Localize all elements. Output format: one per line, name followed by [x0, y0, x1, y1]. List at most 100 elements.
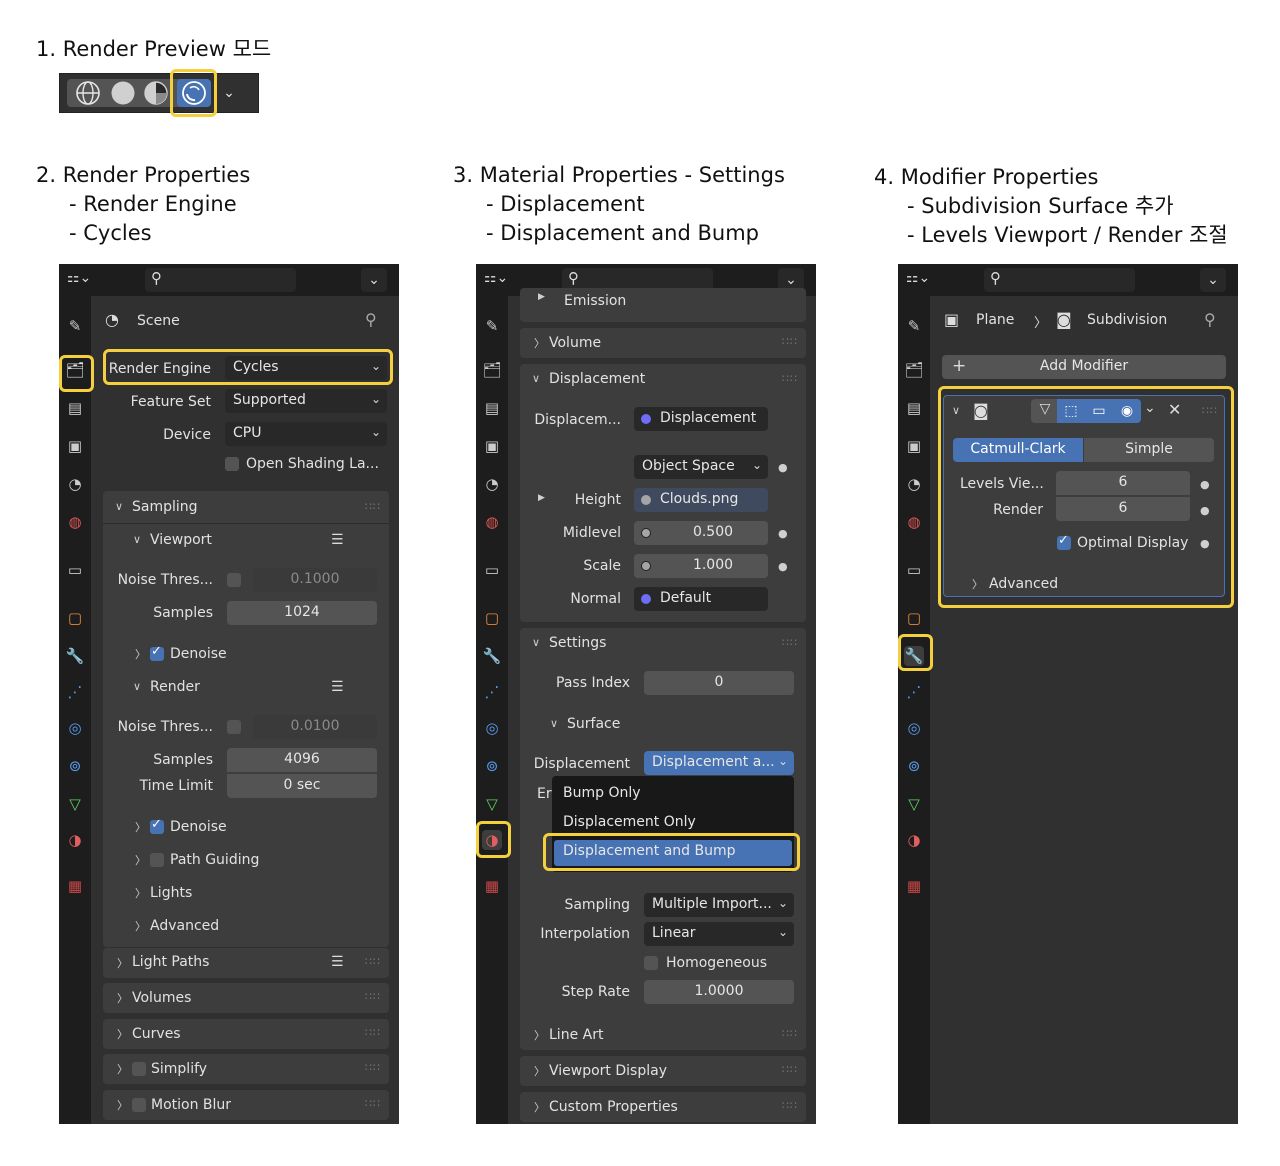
constraints-icon[interactable]: ⊚	[65, 756, 85, 776]
motion-blur-checkbox[interactable]	[132, 1098, 146, 1112]
drag-handle-icon[interactable]: ∷∷	[365, 1026, 381, 1039]
chevron-down-icon[interactable]: ∨	[532, 636, 540, 649]
r-denoise-checkbox[interactable]	[150, 817, 164, 834]
add-modifier-button[interactable]: + Add Modifier	[942, 355, 1226, 379]
texture-icon[interactable]: ▦	[482, 876, 502, 896]
object-icon[interactable]: ▢	[65, 608, 85, 628]
keyframe-dot-icon[interactable]: ●	[778, 461, 788, 474]
chevron-down-icon[interactable]: ∨	[550, 717, 558, 730]
menu-item-displacement-only[interactable]: Displacement Only	[563, 814, 696, 830]
presets-icon[interactable]: ☰	[331, 532, 344, 548]
keyframe-dot-icon[interactable]: ●	[778, 560, 788, 573]
chevron-down-icon[interactable]: ⌄	[1200, 268, 1226, 292]
chevron-right-icon[interactable]: 〉	[135, 918, 146, 934]
editor-type-icon[interactable]: ⚏⌄	[67, 270, 101, 290]
lights-subheader[interactable]: Lights	[150, 884, 192, 902]
feature-set-dropdown[interactable]: Supported ⌄	[225, 389, 387, 413]
world-icon[interactable]: ◍	[482, 512, 502, 532]
displacement-node-field[interactable]: Displacement	[634, 407, 768, 431]
collection-icon[interactable]: ▭	[482, 560, 502, 580]
sampling-header[interactable]: Sampling	[132, 498, 198, 516]
search-input[interactable]: ⚲	[984, 268, 1135, 292]
output-icon[interactable]: ▤	[65, 398, 85, 418]
view-layer-icon[interactable]: ▣	[65, 436, 85, 456]
path-guiding-label[interactable]: Path Guiding	[170, 851, 259, 869]
r-samples-field[interactable]: 4096	[227, 748, 377, 772]
physics-icon[interactable]: ◎	[65, 718, 85, 738]
world-icon[interactable]: ◍	[904, 512, 924, 532]
particles-icon[interactable]: ⋰	[65, 682, 85, 702]
output-icon[interactable]: ▤	[904, 398, 924, 418]
volumes-header[interactable]: Volumes	[132, 989, 191, 1007]
chevron-right-icon[interactable]: 〉	[534, 1063, 545, 1079]
chevron-right-icon[interactable]: 〉	[534, 335, 545, 351]
device-dropdown[interactable]: CPU ⌄	[225, 422, 387, 446]
render-subheader[interactable]: Render	[150, 678, 200, 696]
particles-icon[interactable]: ⋰	[904, 682, 924, 702]
keyframe-dot-icon[interactable]: ●	[778, 527, 788, 540]
tool-icon[interactable]: ✎	[904, 316, 924, 336]
chevron-down-icon[interactable]: ∨	[133, 533, 141, 546]
chevron-right-icon[interactable]: 〉	[117, 1061, 128, 1077]
chevron-right-icon[interactable]: 〉	[135, 819, 146, 835]
r-noise-checkbox[interactable]	[227, 720, 241, 734]
pin-icon[interactable]: ⚲	[365, 310, 377, 329]
chevron-right-icon[interactable]: 〉	[117, 955, 128, 971]
output-icon[interactable]: ▤	[482, 398, 502, 418]
modifier-icon[interactable]: 🔧	[65, 646, 85, 666]
chevron-right-icon[interactable]: 〉	[117, 1097, 128, 1113]
texture-icon[interactable]: ▦	[904, 876, 924, 896]
pass-index-field[interactable]: 0	[644, 671, 794, 695]
interpolation-dropdown[interactable]: Linear ⌄	[644, 922, 794, 946]
line-art-header[interactable]: Line Art	[549, 1026, 603, 1044]
emission-section[interactable]	[520, 288, 806, 322]
midlevel-field[interactable]: 0.500	[634, 521, 768, 545]
chevron-down-icon[interactable]: ⌄	[361, 268, 387, 292]
scene-icon[interactable]: ◔	[904, 474, 924, 494]
material-icon[interactable]: ◑	[65, 830, 85, 850]
chevron-down-icon[interactable]: ∨	[532, 372, 540, 385]
particles-icon[interactable]: ⋰	[482, 682, 502, 702]
vp-noise-field[interactable]: 0.1000	[253, 568, 377, 592]
tool-icon[interactable]: ✎	[482, 316, 502, 336]
surface-subheader[interactable]: Surface	[567, 715, 620, 733]
settings-header[interactable]: Settings	[549, 634, 606, 652]
scene-icon[interactable]: ◔	[65, 474, 85, 494]
drag-handle-icon[interactable]: ∷∷	[365, 500, 381, 513]
drag-handle-icon[interactable]: ∷∷	[365, 1097, 381, 1110]
emission-header[interactable]: Emission	[564, 292, 626, 310]
simplify-header[interactable]: Simplify	[151, 1060, 207, 1078]
object-space-dropdown[interactable]: Object Space ⌄	[634, 455, 768, 479]
vp-denoise-label[interactable]: Denoise	[170, 645, 227, 663]
pin-icon[interactable]: ⚲	[1204, 310, 1216, 329]
solid-icon[interactable]	[110, 80, 136, 106]
chevron-right-icon[interactable]: 〉	[117, 990, 128, 1006]
chevron-down-icon[interactable]: ∨	[115, 500, 123, 513]
tool-icon[interactable]: ✎	[65, 316, 85, 336]
presets-icon[interactable]: ☰	[331, 954, 344, 970]
chevron-down-icon[interactable]: ∨	[133, 680, 141, 693]
physics-icon[interactable]: ◎	[904, 718, 924, 738]
drag-handle-icon[interactable]: ∷∷	[365, 1061, 381, 1074]
r-noise-field[interactable]: 0.0100	[253, 715, 377, 739]
physics-icon[interactable]: ◎	[482, 718, 502, 738]
drag-handle-icon[interactable]: ∷∷	[782, 1027, 798, 1040]
vp-denoise-checkbox[interactable]	[150, 644, 164, 661]
constraints-icon[interactable]: ⊚	[904, 756, 924, 776]
drag-handle-icon[interactable]: ∷∷	[782, 1063, 798, 1076]
data-icon[interactable]: ▽	[65, 794, 85, 814]
texture-icon[interactable]: ▦	[65, 876, 85, 896]
chevron-right-icon[interactable]: 〉	[135, 885, 146, 901]
render-icon[interactable]: 🗂	[904, 360, 924, 380]
chevron-down-icon[interactable]: ⌄	[218, 79, 240, 107]
light-paths-header[interactable]: Light Paths	[132, 953, 209, 971]
triangle-right-icon[interactable]: ▶	[538, 292, 545, 302]
view-layer-icon[interactable]: ▣	[482, 436, 502, 456]
path-guiding-checkbox[interactable]	[150, 853, 164, 867]
drag-handle-icon[interactable]: ∷∷	[365, 990, 381, 1003]
volume-header[interactable]: Volume	[549, 334, 601, 352]
scene-icon[interactable]: ◔	[482, 474, 502, 494]
data-icon[interactable]: ▽	[482, 794, 502, 814]
constraints-icon[interactable]: ⊚	[482, 756, 502, 776]
editor-type-icon[interactable]: ⚏⌄	[484, 270, 518, 290]
